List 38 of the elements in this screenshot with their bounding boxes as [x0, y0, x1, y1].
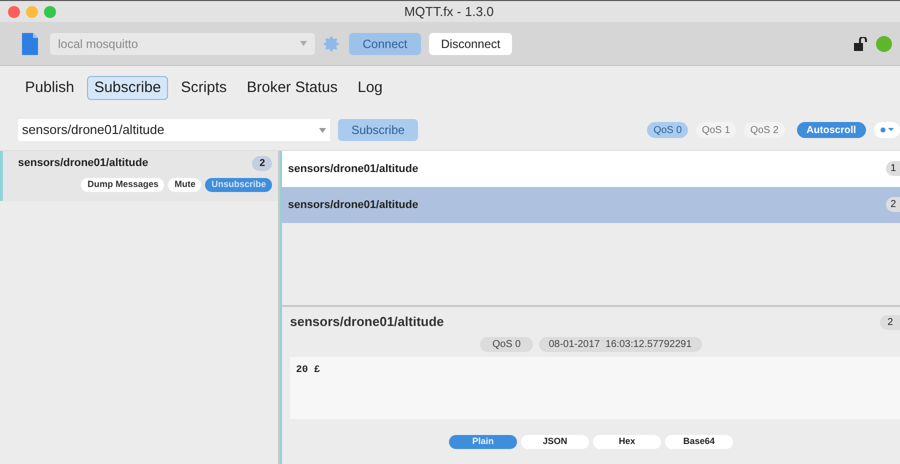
caret-icon: [300, 41, 307, 46]
subscription-button[interactable]: Mute: [168, 178, 202, 192]
qos-label: QoS 0: [480, 337, 533, 352]
message-item[interactable]: sensors/drone01/altitude 2: [282, 187, 900, 223]
qos-toggle[interactable]: QoS 2: [744, 122, 785, 138]
settings-dropdown[interactable]: [874, 122, 900, 138]
topic-field[interactable]: sensors/drone01/altitude: [18, 119, 330, 141]
document-icon[interactable]: [22, 32, 38, 54]
tab[interactable]: Broker Status: [240, 76, 345, 100]
message-count: 1: [886, 161, 900, 176]
message-count: 2: [886, 197, 900, 212]
message-item[interactable]: sensors/drone01/altitude 1: [282, 151, 900, 187]
padlock-icon: [854, 36, 868, 50]
maximize-icon[interactable]: [44, 6, 56, 18]
settings-icon: [880, 126, 894, 134]
tab[interactable]: Scripts: [174, 76, 234, 100]
disconnect-button[interactable]: Disconnect: [429, 32, 512, 54]
subscription-topic: sensors/drone01/altitude: [18, 156, 148, 171]
caret-icon: [319, 128, 326, 132]
gear-icon[interactable]: [323, 34, 341, 52]
tab[interactable]: Log: [350, 76, 390, 100]
close-icon[interactable]: [8, 6, 20, 18]
payload-area[interactable]: 20 £: [290, 357, 900, 419]
qos-toggle[interactable]: QoS 1: [696, 122, 736, 138]
message-count: 2: [252, 156, 272, 171]
tab[interactable]: Subscribe: [87, 76, 168, 100]
message-count: 2: [880, 314, 900, 330]
subscription-button[interactable]: Dump Messages: [81, 178, 164, 192]
detail-topic: sensors/drone01/altitude: [290, 313, 444, 332]
qos-toggle[interactable]: QoS 0: [647, 122, 688, 138]
format-toggle[interactable]: Hex: [593, 434, 661, 448]
tab[interactable]: Publish: [18, 76, 82, 100]
format-toggle[interactable]: Base64: [665, 434, 733, 448]
format-toggle[interactable]: JSON: [521, 434, 589, 448]
timestamp-label: 08-01-2017 16:03:12.57792291: [538, 337, 702, 352]
minimize-icon[interactable]: [26, 6, 38, 18]
window-title: MQTT.fx - 1.3.0: [404, 2, 494, 21]
subscription-item[interactable]: sensors/drone01/altitude 2 Dump Messages Mute Unsubscribe: [0, 151, 278, 201]
